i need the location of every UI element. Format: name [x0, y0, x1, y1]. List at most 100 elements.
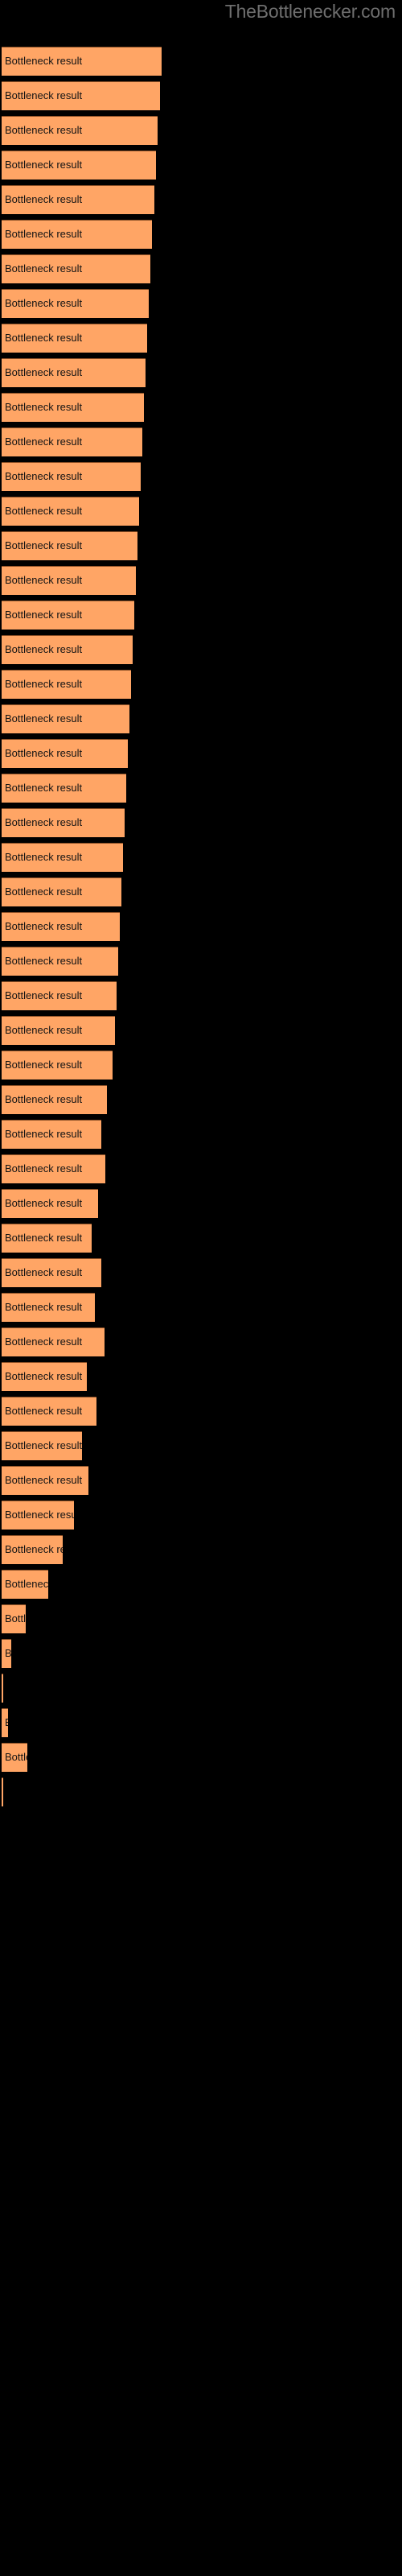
bar-label: Bottleneck result — [5, 1128, 83, 1140]
bar-label: Bottleneck result — [5, 643, 83, 655]
bar-label: Bottleneck result — [5, 332, 83, 344]
bar-label: Bottleneck result — [5, 297, 83, 309]
bar-label: Bottleneck result — [5, 1266, 83, 1278]
bar-segment[interactable]: Bottleneck result — [2, 531, 137, 560]
bar-segment[interactable]: Bottleneck result — [2, 704, 129, 733]
bar-label: Bottleneck result — [5, 401, 83, 413]
bar-label: Bottleneck result — [5, 1647, 11, 1659]
bar-label: Bottleneck result — [5, 1093, 83, 1105]
bar-segment[interactable]: Bottleneck result — [2, 1777, 3, 1806]
bar-segment[interactable]: Bottleneck result — [2, 947, 118, 976]
bar-segment[interactable]: Bottleneck result — [2, 1189, 98, 1218]
bar-segment[interactable]: Bottleneck result — [2, 497, 139, 526]
bar-segment[interactable]: Bottleneck result — [2, 1604, 26, 1633]
bar-segment[interactable]: Bottleneck result — [2, 1293, 95, 1322]
bar-label: Bottleneck result — [5, 1301, 83, 1313]
bar-segment[interactable]: Bottleneck result — [2, 843, 123, 872]
bar-segment[interactable]: Bottleneck result — [2, 877, 121, 906]
horizontal-bar-chart: Bottleneck result Bottleneck result Bottle… — [0, 0, 402, 2576]
bar-segment[interactable]: Bottleneck result — [2, 116, 158, 145]
bar-label: Bottleneck result — [5, 955, 83, 967]
bar-label: Bottleneck result — [5, 55, 83, 67]
bar-segment[interactable]: Bottleneck result — [2, 427, 142, 456]
bar-segment[interactable]: Bottleneck result — [2, 1258, 101, 1287]
bar-segment[interactable]: Bottleneck result — [2, 670, 131, 699]
bar-label: Bottleneck result — [5, 1232, 83, 1244]
bar-label: Bottleneck result — [5, 1509, 74, 1521]
bar-label: Bottleneck result — [5, 262, 83, 275]
bar-segment[interactable]: Bottleneck result — [2, 1466, 88, 1495]
bar-label: Bottleneck result — [5, 1612, 26, 1624]
bar-label: Bottleneck result — [5, 1197, 83, 1209]
bar-label: Bottleneck result — [5, 609, 83, 621]
bar-segment[interactable]: Bottleneck result — [2, 808, 125, 837]
bar-segment[interactable]: Bottleneck result — [2, 393, 144, 422]
bar-segment[interactable]: Bottleneck result — [2, 1501, 74, 1530]
bar-label: Bottleneck result — [5, 505, 83, 517]
bar-segment[interactable]: Bottleneck result — [2, 220, 152, 249]
bar-label: Bottleneck result — [5, 1751, 27, 1763]
bar-segment[interactable]: Bottleneck result — [2, 1639, 11, 1668]
bar-label: Bottleneck result — [5, 124, 83, 136]
bar-label: Bottleneck result — [5, 1716, 8, 1729]
bar-segment[interactable]: Bottleneck result — [2, 1154, 105, 1183]
bar-segment[interactable]: Bottleneck result — [2, 1431, 82, 1460]
bar-label: Bottleneck result — [5, 193, 83, 205]
bar-segment[interactable]: Bottleneck result — [2, 1051, 113, 1080]
bar-label: Bottleneck result — [5, 1335, 83, 1348]
bar-segment[interactable]: Bottleneck result — [2, 1327, 105, 1356]
bar-segment[interactable]: Bottleneck result — [2, 324, 147, 353]
bar-segment[interactable]: Bottleneck result — [2, 981, 117, 1010]
bar-segment[interactable]: Bottleneck result — [2, 566, 136, 595]
bar-label: Bottleneck result — [5, 851, 83, 863]
bar-label: Bottleneck result — [5, 1543, 63, 1555]
bar-segment[interactable]: Bottleneck result — [2, 601, 134, 630]
bar-label: Bottleneck result — [5, 989, 83, 1001]
bar-label: Bottleneck result — [5, 1578, 48, 1590]
bar-label: Bottleneck result — [5, 678, 83, 690]
bar-segment[interactable]: Bottleneck result — [2, 1674, 3, 1703]
bar-segment[interactable]: Bottleneck result — [2, 774, 126, 803]
bar-label: Bottleneck result — [5, 228, 83, 240]
bar-label: Bottleneck result — [5, 436, 83, 448]
bar-label: Bottleneck result — [5, 712, 83, 724]
bar-segment[interactable]: Bottleneck result — [2, 1708, 8, 1737]
bottleneck-chart-page: TheBottlenecker.com Bottleneck result Bot… — [0, 0, 402, 2576]
bar-label: Bottleneck result — [5, 539, 83, 551]
bar-segment[interactable]: Bottleneck result — [2, 739, 128, 768]
bar-label: Bottleneck result — [5, 747, 83, 759]
bar-label: Bottleneck result — [5, 470, 83, 482]
bar-label: Bottleneck result — [5, 1405, 83, 1417]
bar-segment[interactable]: Bottleneck result — [2, 1016, 115, 1045]
bar-label: Bottleneck result — [5, 1162, 83, 1174]
bar-segment[interactable]: Bottleneck result — [2, 1224, 92, 1253]
bar-label: Bottleneck result — [5, 886, 83, 898]
bar-segment[interactable]: Bottleneck result — [2, 1743, 27, 1772]
bar-label: Bottleneck result — [5, 159, 83, 171]
bar-segment[interactable]: Bottleneck result — [2, 912, 120, 941]
bar-segment[interactable]: Bottleneck result — [2, 185, 154, 214]
bar-segment[interactable]: Bottleneck result — [2, 358, 146, 387]
bar-segment[interactable]: Bottleneck result — [2, 47, 162, 76]
bar-segment[interactable]: Bottleneck result — [2, 1535, 63, 1564]
bar-label: Bottleneck result — [5, 920, 83, 932]
bar-segment[interactable]: Bottleneck result — [2, 1085, 107, 1114]
bar-label: Bottleneck result — [5, 1370, 83, 1382]
bar-label: Bottleneck result — [5, 1439, 82, 1451]
bar-segment[interactable]: Bottleneck result — [2, 254, 150, 283]
bar-segment[interactable]: Bottleneck result — [2, 1362, 87, 1391]
bar-segment[interactable]: Bottleneck result — [2, 1397, 96, 1426]
bar-label: Bottleneck result — [5, 1474, 83, 1486]
bar-segment[interactable]: Bottleneck result — [2, 462, 141, 491]
bar-segment[interactable]: Bottleneck result — [2, 151, 156, 180]
bar-label: Bottleneck result — [5, 1059, 83, 1071]
bar-label: Bottleneck result — [5, 782, 83, 794]
bar-segment[interactable]: Bottleneck result — [2, 1120, 101, 1149]
bar-segment[interactable]: Bottleneck result — [2, 81, 160, 110]
bar-segment[interactable]: Bottleneck result — [2, 1570, 48, 1599]
bar-segment[interactable]: Bottleneck result — [2, 635, 133, 664]
bar-label: Bottleneck result — [5, 1024, 83, 1036]
bar-segment[interactable]: Bottleneck result — [2, 289, 149, 318]
bar-label: Bottleneck result — [5, 366, 83, 378]
bar-label: Bottleneck result — [5, 89, 83, 101]
